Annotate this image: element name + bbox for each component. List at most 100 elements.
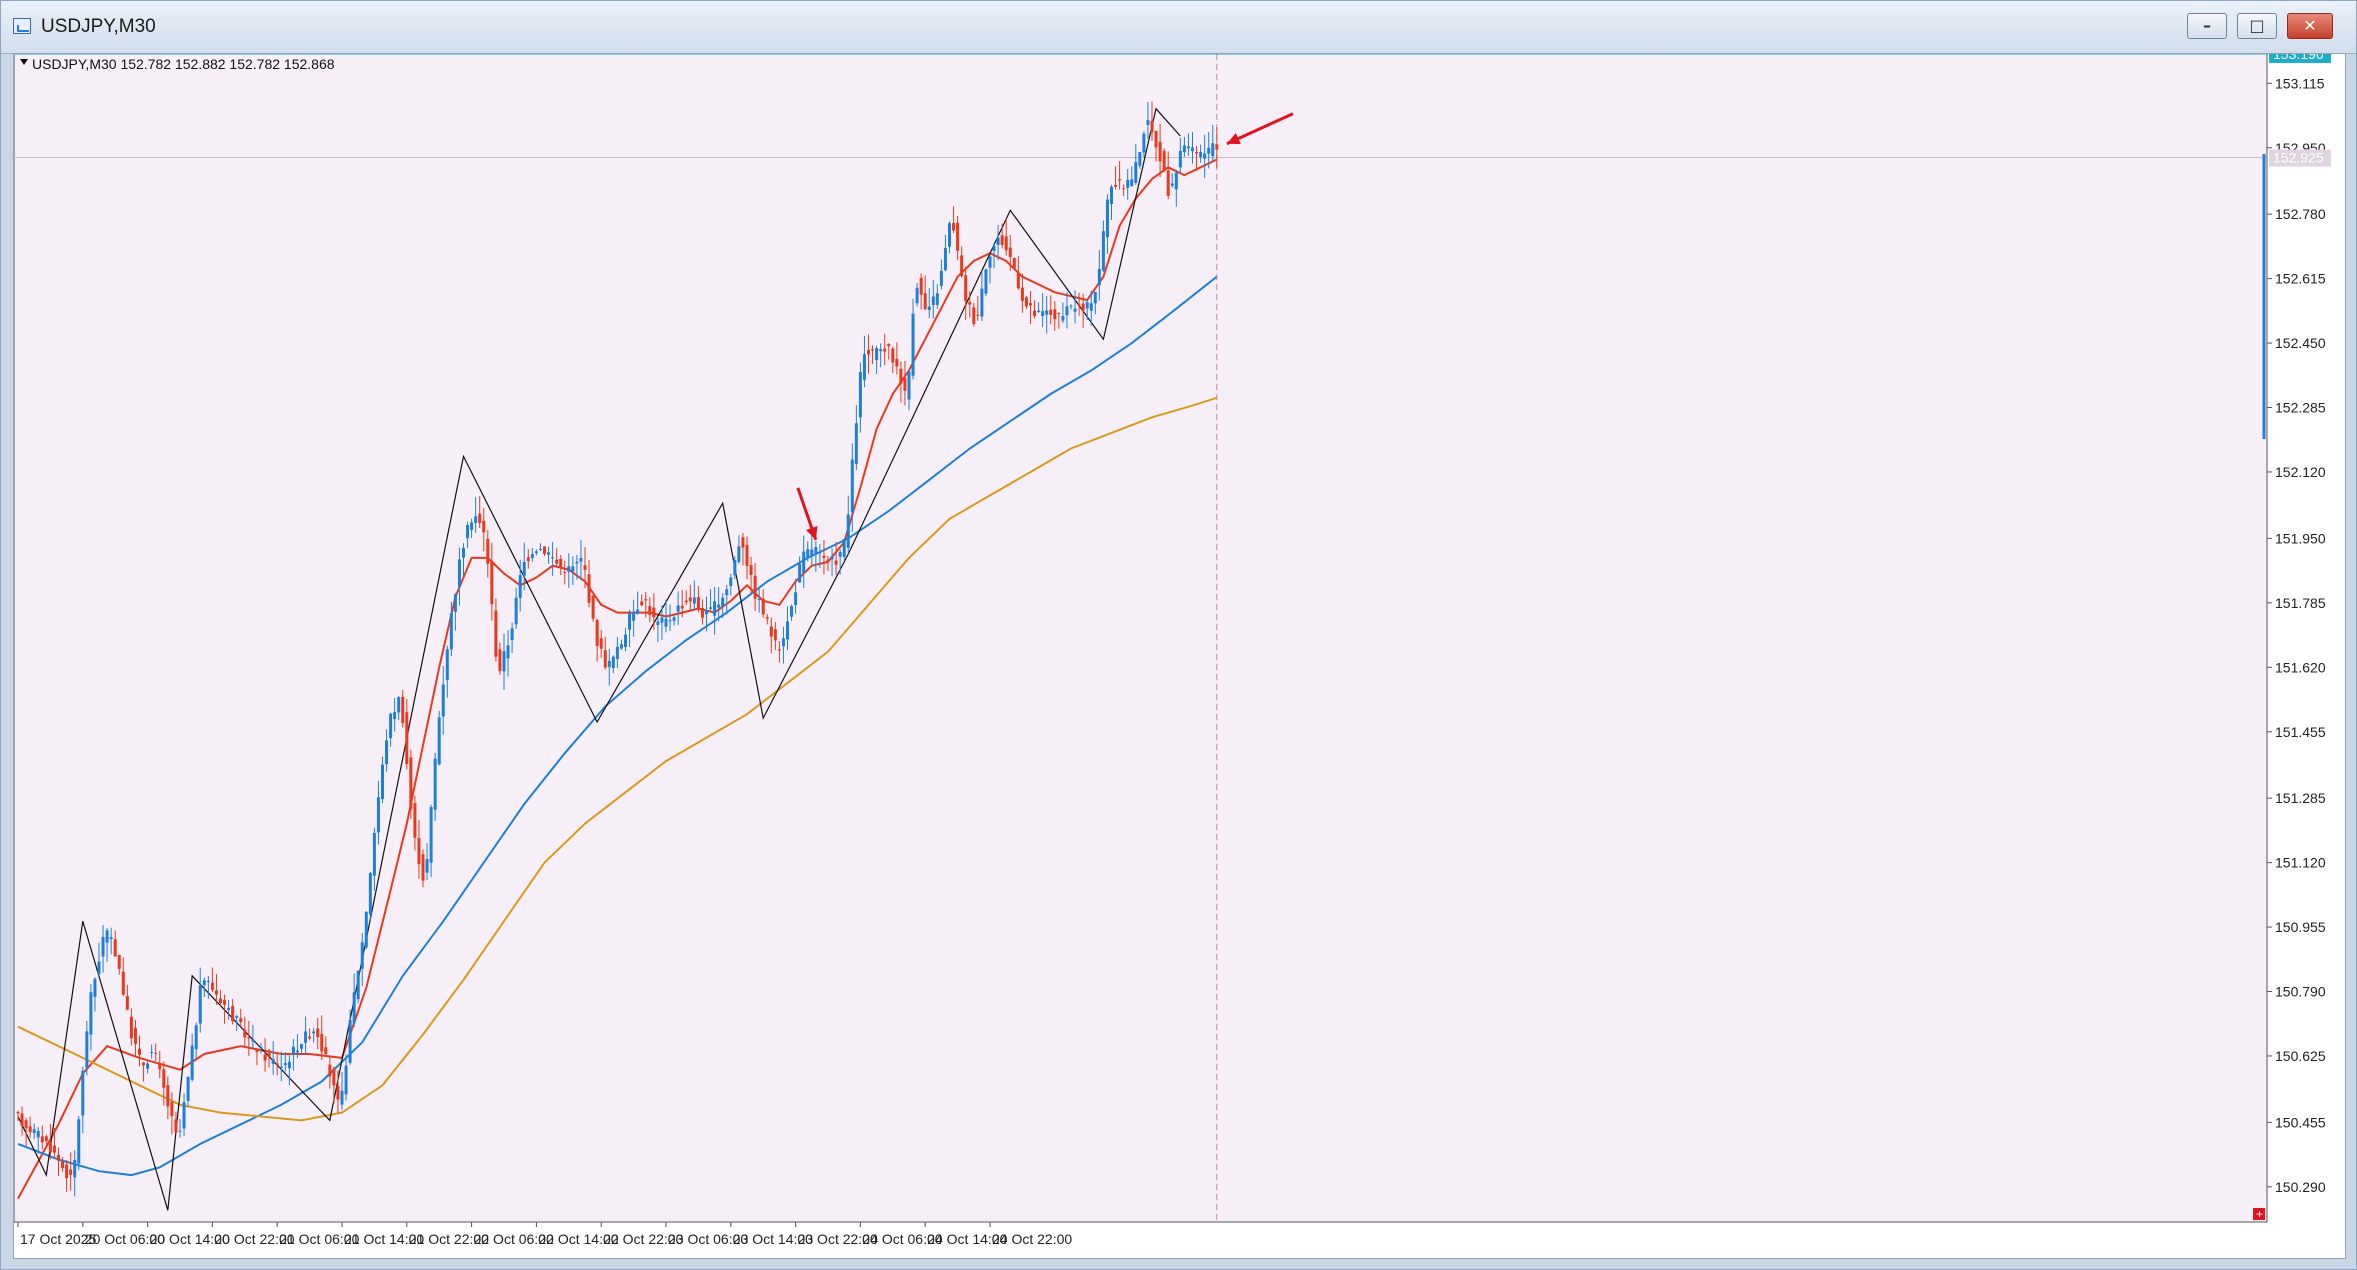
candle-body xyxy=(1061,316,1065,321)
restore-button[interactable]: □ xyxy=(2237,13,2277,39)
candle-body xyxy=(717,604,721,608)
candle-body xyxy=(304,1031,308,1043)
candle-body xyxy=(214,990,218,995)
candle-body xyxy=(20,1113,24,1126)
candle-body xyxy=(93,978,97,997)
candle-body xyxy=(48,1143,52,1153)
candle-body xyxy=(449,613,453,650)
candle-body xyxy=(1134,162,1138,183)
candle-body xyxy=(1020,287,1024,301)
candle-body xyxy=(198,985,202,1024)
candle-body xyxy=(1195,152,1199,154)
candle-body xyxy=(1093,291,1097,304)
candle-body xyxy=(166,1085,170,1107)
candle-body xyxy=(125,996,129,1010)
candle-body xyxy=(364,911,368,948)
window-title: USDJPY,M30 xyxy=(41,16,156,37)
candlestick xyxy=(1012,257,1016,270)
price-chart[interactable]: 153.115152.950152.780152.615152.450152.2… xyxy=(14,54,2345,1258)
candle-body xyxy=(336,1085,340,1100)
candle-body xyxy=(721,597,725,607)
candle-body xyxy=(308,1036,312,1039)
candle-body xyxy=(858,372,862,418)
candle-body xyxy=(1097,269,1101,286)
candlestick xyxy=(409,749,413,819)
candle-body xyxy=(413,803,417,838)
candle-body xyxy=(713,601,717,616)
candle-body xyxy=(482,520,486,533)
candle-body xyxy=(660,617,664,623)
candle-body xyxy=(923,293,927,310)
candle-body xyxy=(372,832,376,876)
title-bar[interactable]: USDJPY,M30 – □ ✕ xyxy=(1,1,2356,54)
candle-body xyxy=(729,577,733,586)
candle-body xyxy=(320,1033,324,1052)
candle-body xyxy=(1215,144,1219,150)
candlestick xyxy=(77,1116,81,1171)
candle-body xyxy=(490,560,494,605)
candle-body xyxy=(1077,304,1081,306)
candle-body xyxy=(1118,179,1122,181)
candle-body xyxy=(352,992,356,1024)
candle-body xyxy=(510,628,514,641)
candle-body xyxy=(389,713,393,739)
candle-body xyxy=(1203,153,1207,159)
candle-body xyxy=(1081,303,1085,311)
price-tick-label: 150.625 xyxy=(2275,1048,2326,1064)
candle-body xyxy=(871,349,875,351)
close-button[interactable]: ✕ xyxy=(2287,13,2333,39)
candle-body xyxy=(462,547,465,558)
candle-body xyxy=(1130,179,1134,187)
candle-body xyxy=(956,222,960,251)
candle-body xyxy=(154,1052,158,1054)
candle-body xyxy=(235,1016,239,1018)
candle-body xyxy=(555,559,559,564)
candle-body xyxy=(267,1053,271,1058)
candle-body xyxy=(312,1031,316,1034)
candle-body xyxy=(1045,310,1049,315)
candle-body xyxy=(761,598,765,615)
price-tick-label: 152.285 xyxy=(2275,400,2326,416)
candle-body xyxy=(1174,172,1178,190)
candle-body xyxy=(927,306,931,310)
candle-body xyxy=(77,1119,81,1164)
candlestick xyxy=(364,911,368,950)
candle-body xyxy=(429,807,433,863)
candle-body xyxy=(1004,236,1008,251)
candle-body xyxy=(113,939,117,957)
candle-body xyxy=(948,223,951,247)
candle-body xyxy=(32,1129,36,1134)
candle-body xyxy=(105,930,109,943)
symbol-info-label: USDJPY,M30 152.782 152.882 152.782 152.8… xyxy=(32,56,335,72)
candle-body xyxy=(976,314,980,316)
candle-body xyxy=(101,937,105,957)
candle-body xyxy=(121,971,125,995)
candle-body xyxy=(1012,258,1016,269)
candle-body xyxy=(842,539,846,557)
candle-body xyxy=(397,697,401,713)
candle-body xyxy=(559,558,563,567)
candle-body xyxy=(903,377,907,391)
candle-body xyxy=(1073,308,1077,312)
candle-body xyxy=(696,597,700,609)
candle-body xyxy=(680,605,684,609)
candle-body xyxy=(417,837,421,865)
candle-body xyxy=(790,606,794,617)
candle-body xyxy=(887,343,891,347)
candle-body xyxy=(834,560,838,565)
candle-body xyxy=(769,626,773,637)
candle-body xyxy=(283,1063,287,1066)
candle-body xyxy=(563,572,567,574)
candle-body xyxy=(773,629,777,641)
minimize-button[interactable]: – xyxy=(2187,13,2227,39)
candlestick xyxy=(984,268,988,297)
candle-body xyxy=(692,597,696,604)
candle-body xyxy=(316,1028,320,1038)
candle-body xyxy=(344,1065,348,1095)
candle-body xyxy=(648,606,652,615)
candle-body xyxy=(684,600,688,603)
candle-body xyxy=(1033,310,1037,316)
chart-area[interactable]: 153.115 152.950 152.780 152.615 152.450 152.2… xyxy=(13,53,2346,1259)
candle-body xyxy=(624,634,627,647)
candle-body xyxy=(227,1007,231,1010)
